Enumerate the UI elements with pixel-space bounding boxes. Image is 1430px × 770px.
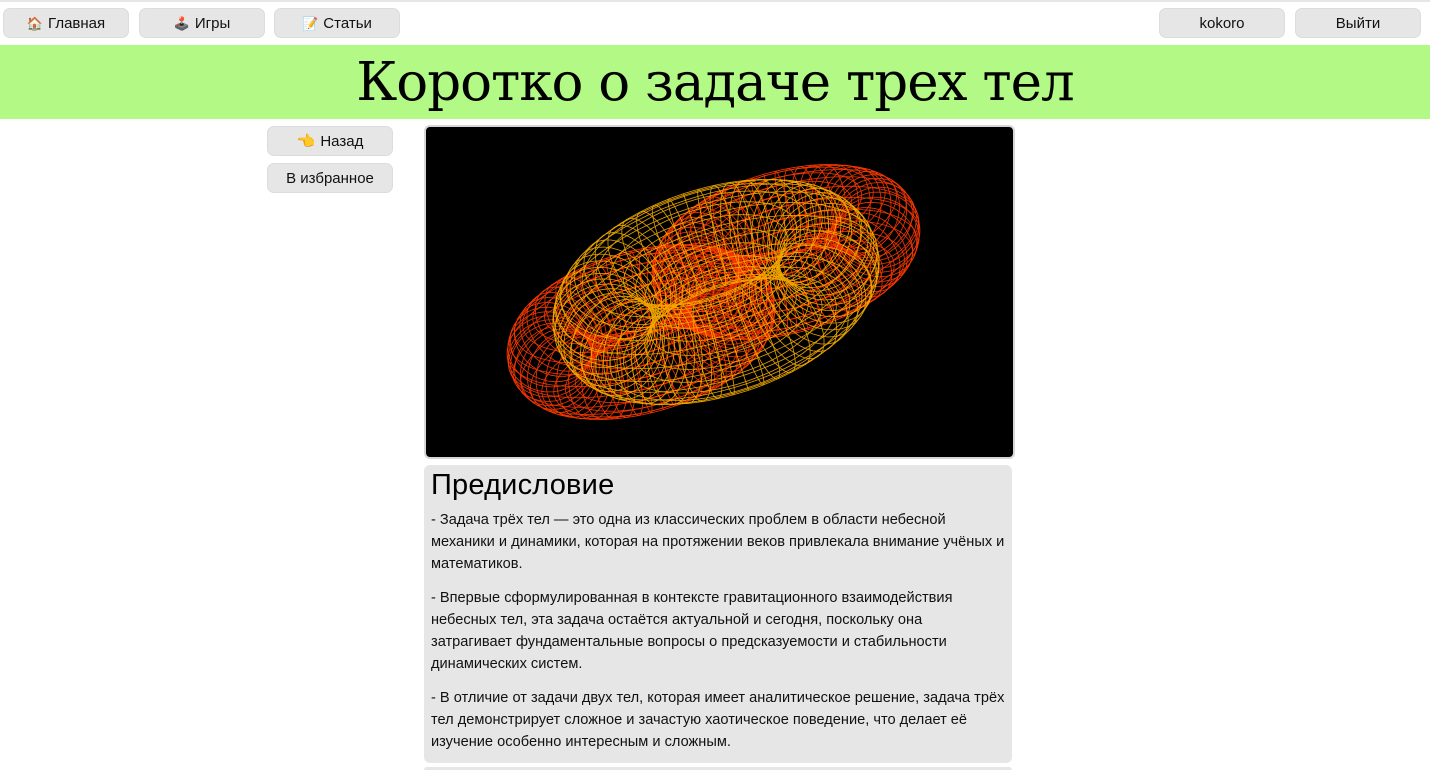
back-label: Назад	[320, 132, 364, 150]
torus-wireframe	[552, 178, 880, 406]
username-label: kokoro	[1199, 14, 1245, 32]
article-paragraph: - Впервые сформулированная в контексте г…	[431, 590, 953, 672]
page-title: Коротко о задаче трех тел	[356, 51, 1074, 113]
article-illustration	[424, 125, 1015, 459]
favorites-label: В избранное	[286, 169, 374, 187]
article-paragraph: - В отличие от задачи двух тел, которая …	[431, 690, 1005, 750]
back-button[interactable]: 👈 Назад	[267, 126, 393, 156]
user-profile-button[interactable]: kokoro	[1159, 8, 1285, 38]
title-banner: Коротко о задаче трех тел	[0, 45, 1430, 119]
article-paragraph: - Задача трёх тел — это одна из классиче…	[431, 512, 1005, 572]
nav-home-button[interactable]: 🏠 Главная	[3, 8, 129, 38]
article-card: Предисловие - Задача трёх тел — это одна…	[424, 465, 1012, 763]
memo-icon: 📝	[302, 15, 319, 31]
section-heading: Предисловие	[431, 469, 615, 501]
logout-label: Выйти	[1335, 14, 1381, 32]
top-nav: 🏠 Главная 🕹️ Игры 📝 Статьи kokoro Выйти	[0, 8, 1430, 38]
add-to-favorites-button[interactable]: В избранное	[267, 163, 393, 193]
top-border	[0, 0, 1430, 2]
house-icon: 🏠	[26, 15, 44, 31]
nav-games-button[interactable]: 🕹️ Игры	[139, 8, 265, 38]
nav-games-label: Игры	[194, 14, 231, 32]
nav-home-label: Главная	[48, 14, 106, 32]
nav-articles-label: Статьи	[323, 14, 372, 32]
pointing-hand-icon: 👈	[296, 133, 316, 150]
torus-graphic	[506, 164, 921, 420]
joystick-icon: 🕹️	[173, 15, 190, 31]
nav-articles-button[interactable]: 📝 Статьи	[274, 8, 400, 38]
logout-button[interactable]: Выйти	[1295, 8, 1421, 38]
